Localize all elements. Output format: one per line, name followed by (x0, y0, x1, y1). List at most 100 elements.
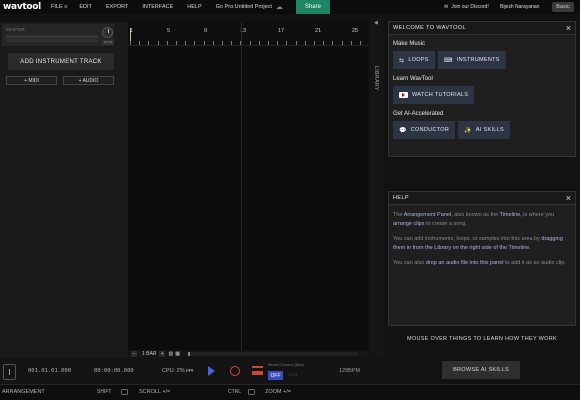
rewind-icon[interactable]: ⏮ (186, 366, 193, 376)
learn-heading: Learn WavTool (393, 76, 433, 82)
add-audio-button[interactable]: + AUDIO (63, 76, 114, 85)
ruler-tick (323, 41, 325, 45)
master-meter-right (6, 39, 98, 42)
welcome-panel: WELCOME TO WAVTOOL × Make Music ⇆ LOOPS … (388, 21, 576, 157)
menu-help[interactable]: HELP (187, 4, 201, 10)
time-display: 00:00:00.000 (94, 368, 134, 374)
master-track[interactable]: MASTER MUTE (2, 24, 114, 46)
horizontal-scrollbar[interactable] (187, 352, 358, 356)
discord-link[interactable]: ✉ Join our Discord! (444, 0, 489, 14)
share-button[interactable]: Share (295, 0, 330, 14)
bar-number: 1 (130, 28, 134, 34)
ruler-tick (295, 41, 297, 45)
ruler-tick (194, 41, 196, 45)
snap-icon[interactable]: ▥ (168, 351, 173, 357)
help-paragraph: You can also drop an audio file into thi… (393, 260, 566, 266)
close-icon[interactable]: × (566, 193, 571, 203)
main-menu: FILE ≡ EDIT EXPORT INTERFACE HELP Go Pro… (51, 4, 272, 10)
countin-off-button[interactable]: OFF (268, 371, 283, 380)
ai-skills-label: AI SKILLS (475, 127, 504, 133)
loop-icon[interactable] (252, 366, 263, 375)
ruler-tick (222, 41, 223, 45)
ruler-tick (286, 41, 288, 45)
user-name[interactable]: Bijesh Narayanan (500, 0, 539, 14)
bar-number: 21 (315, 28, 322, 34)
zoom-bar: − 1 BAR + ▥ ▦ (128, 350, 368, 358)
ctrl-key-icon (248, 389, 255, 395)
ruler-tick (176, 41, 177, 45)
menu-export[interactable]: EXPORT (106, 4, 129, 10)
bar-number: 25 (352, 28, 359, 34)
ai-skills-button[interactable]: ✨ AI SKILLS (458, 121, 510, 139)
zoom-out-button[interactable]: − (131, 351, 137, 357)
ai-heading: Get AI-Accelerated (393, 111, 444, 117)
mode-label: ARRANGEMENT (2, 389, 45, 395)
welcome-header: WELCOME TO WAVTOOL × (389, 22, 575, 35)
menu-file[interactable]: FILE ≡ (51, 4, 67, 10)
make-music-heading: Make Music (393, 41, 426, 47)
sparkle-icon: ✨ (464, 127, 472, 134)
ruler-tick (231, 41, 233, 45)
ruler-tick (130, 41, 131, 45)
add-instrument-track-button[interactable]: ADD INSTRUMENT TRACK (8, 53, 114, 70)
timeline-divider (241, 22, 242, 350)
instruments-label: INSTRUMENTS (456, 57, 500, 63)
countin-options[interactable]: 1 2 4 (288, 372, 297, 377)
watch-tutorials-button[interactable]: WATCH TUTORIALS (393, 86, 475, 104)
position-display[interactable]: 001.01.01.000 (28, 368, 71, 374)
ruler-tick (212, 41, 214, 45)
status-bar: ARRANGEMENT SHIFT SCROLL +/= CTRL ZOOM +… (0, 384, 580, 400)
mouseover-hint: MOUSE OVER THINGS TO LEARN HOW THEY WORK (407, 336, 557, 342)
zoom-in-button[interactable]: + (159, 351, 166, 357)
collapse-arrow-icon[interactable]: ◀ (374, 20, 378, 26)
grid-icon[interactable]: ▦ (175, 351, 180, 357)
conductor-button[interactable]: 💬 CONDUCTOR (393, 121, 456, 139)
play-icon[interactable] (208, 366, 215, 376)
arrangement-timeline[interactable]: 1 5 9 13 17 21 25 (128, 22, 368, 350)
bar-number: 5 (167, 28, 171, 34)
ruler-tick (258, 41, 260, 45)
browse-ai-skills-button[interactable]: BROWSE AI SKILLS (442, 361, 520, 379)
menu-edit[interactable]: EDIT (79, 4, 92, 10)
tempo-display[interactable]: 128BPM (339, 368, 360, 374)
ruler-tick (139, 41, 141, 45)
instruments-button[interactable]: ⌨ INSTRUMENTS (437, 51, 506, 69)
keyboard-icon: ⌨ (443, 57, 453, 64)
ruler-tick (166, 41, 168, 45)
metronome-button[interactable] (3, 364, 16, 380)
ruler-tick (268, 41, 269, 45)
ctrl-key: CTRL (228, 389, 242, 395)
welcome-title: WELCOME TO WAVTOOL (393, 25, 466, 31)
zoom-hint: ZOOM +/= (265, 389, 291, 395)
bar-number: 17 (278, 28, 285, 34)
add-midi-button[interactable]: + MIDI (6, 76, 57, 85)
tutorials-label: WATCH TUTORIALS (412, 92, 469, 98)
top-bar: wavtool FILE ≡ EDIT EXPORT INTERFACE HEL… (0, 0, 580, 14)
master-meter (6, 35, 98, 38)
plan-badge[interactable]: Basic (552, 2, 574, 12)
master-label: MASTER (6, 27, 25, 32)
project-name[interactable]: Go Pro:Untitled Project (216, 4, 272, 10)
help-text: The Arrangement Panel, also known as the… (389, 205, 575, 281)
discord-label: Join our Discord! (451, 4, 489, 10)
grid-size[interactable]: 1 BAR (142, 351, 156, 357)
help-paragraph: The Arrangement Panel, also known as the… (393, 212, 555, 227)
cloud-off-icon[interactable]: ☁ (276, 4, 286, 11)
master-mute-button[interactable]: MUTE (102, 40, 114, 45)
app-logo[interactable]: wavtool (3, 2, 51, 12)
ruler-tick (332, 41, 334, 45)
loops-button[interactable]: ⇆ LOOPS (393, 51, 435, 69)
record-icon[interactable] (230, 366, 240, 376)
close-icon[interactable]: × (566, 23, 571, 33)
timeline-ruler[interactable]: 1 5 9 13 17 21 25 (128, 22, 368, 46)
cpu-usage: CPU: 2% (162, 368, 185, 374)
menu-interface[interactable]: INTERFACE (142, 4, 173, 10)
track-panel: MASTER MUTE ADD INSTRUMENT TRACK + MIDI … (0, 22, 128, 358)
help-panel: HELP × The Arrangement Panel, also known… (388, 191, 576, 326)
volume-knob[interactable] (102, 27, 113, 38)
scroll-hint: SCROLL +/= (139, 389, 171, 395)
help-paragraph: You can add instruments, loops, or sampl… (393, 236, 563, 251)
ruler-tick (157, 41, 159, 45)
library-tab[interactable]: ◀ LIBRARY (370, 18, 384, 358)
ruler-tick (277, 41, 279, 45)
